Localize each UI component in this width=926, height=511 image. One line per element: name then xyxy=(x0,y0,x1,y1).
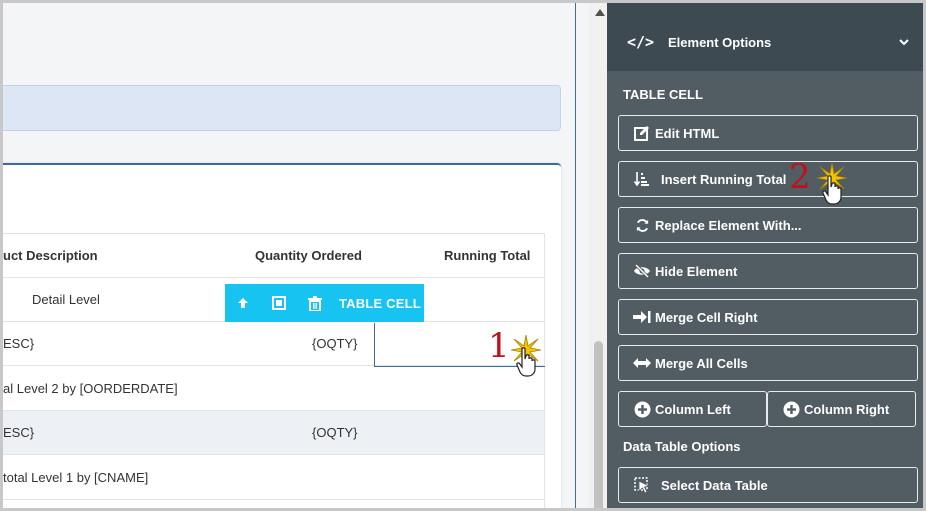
column-left-label: Column Left xyxy=(655,401,731,417)
replace-element-label: Replace Element With... xyxy=(655,217,802,233)
edit-html-label: Edit HTML xyxy=(655,125,720,141)
table-cell-qty[interactable]: {OQTY} xyxy=(312,411,358,454)
header-quantity-ordered[interactable]: Quantity Ordered xyxy=(255,234,362,277)
table-row: ESC} {OQTY} xyxy=(3,411,545,455)
table-cell-qty[interactable]: {OQTY} xyxy=(312,322,358,365)
scroll-up-arrow-icon[interactable] xyxy=(595,9,605,16)
chevron-down-icon[interactable] xyxy=(897,35,911,49)
toolbar-label: TABLE CELL xyxy=(339,295,421,311)
refresh-icon xyxy=(633,216,651,234)
header-product-description[interactable]: uct Description xyxy=(3,234,98,277)
report-canvas: uct Description Quantity Ordered Running… xyxy=(3,3,575,508)
sort-amount-icon xyxy=(633,170,651,188)
plus-circle-icon xyxy=(633,400,651,418)
insert-running-total-label: Insert Running Total xyxy=(661,171,787,187)
table-cell-desc[interactable]: ESC} xyxy=(3,411,34,454)
table-cell-desc[interactable]: total Level 1 by [CNAME] xyxy=(3,455,148,499)
section-label-data-table: Data Table Options xyxy=(623,439,741,454)
table-cell-desc[interactable]: Detail Level xyxy=(32,278,100,321)
scrollbar-thumb[interactable] xyxy=(594,341,603,508)
column-right-label: Column Right xyxy=(804,401,890,417)
info-bar xyxy=(3,85,561,131)
column-right-button[interactable]: Column Right xyxy=(767,391,916,427)
plus-circle-icon xyxy=(782,400,800,418)
table-row: total Level 1 by [CNAME] xyxy=(3,455,545,500)
eye-slash-icon xyxy=(633,262,651,280)
arrows-horizontal-icon xyxy=(633,354,651,372)
table-cell-toolbar: TABLE CELL xyxy=(225,284,424,322)
select-data-table-button[interactable]: Select Data Table xyxy=(618,467,918,503)
merge-cell-right-button[interactable]: Merge Cell Right xyxy=(618,299,918,335)
table-row: al Level 2 by [OORDERDATE] xyxy=(3,366,545,411)
merge-all-cells-label: Merge All Cells xyxy=(655,355,748,371)
panel-header[interactable]: </> Element Options xyxy=(607,3,923,71)
section-label-table-cell: TABLE CELL xyxy=(623,87,703,102)
panel-title: Element Options xyxy=(668,35,772,50)
edit-html-button[interactable]: Edit HTML xyxy=(618,115,918,151)
callout-number-1: 1 xyxy=(488,326,510,366)
arrow-to-right-icon xyxy=(633,308,651,326)
hide-element-button[interactable]: Hide Element xyxy=(618,253,918,289)
code-icon: </> xyxy=(627,33,655,51)
merge-cell-right-label: Merge Cell Right xyxy=(655,309,758,325)
column-left-button[interactable]: Column Left xyxy=(618,391,767,427)
canvas-divider xyxy=(575,3,576,508)
arrow-up-icon[interactable] xyxy=(225,284,261,322)
hide-element-label: Hide Element xyxy=(655,263,738,279)
window-frame: uct Description Quantity Ordered Running… xyxy=(0,0,926,511)
cursor-select-icon xyxy=(633,476,651,494)
replace-element-button[interactable]: Replace Element With... xyxy=(618,207,918,243)
insert-running-total-button[interactable]: Insert Running Total xyxy=(618,161,918,197)
trash-icon[interactable] xyxy=(297,284,333,322)
callout-number-2: 2 xyxy=(789,157,811,197)
table-cell-desc[interactable]: ESC} xyxy=(3,322,34,365)
table-right-border xyxy=(544,233,545,508)
select-square-icon[interactable] xyxy=(261,284,297,322)
pointer-hand-icon xyxy=(516,347,536,377)
element-options-panel: </> Element Options TABLE CELL Edit HTML… xyxy=(607,3,923,508)
edit-icon xyxy=(633,124,651,142)
pointer-hand-icon xyxy=(822,175,842,205)
header-running-total[interactable]: Running Total xyxy=(444,234,530,277)
merge-all-cells-button[interactable]: Merge All Cells xyxy=(618,345,918,381)
select-data-table-label: Select Data Table xyxy=(661,477,768,493)
table-header-row: uct Description Quantity Ordered Running… xyxy=(3,233,545,278)
table-cell-desc[interactable]: al Level 2 by [OORDERDATE] xyxy=(3,366,178,410)
